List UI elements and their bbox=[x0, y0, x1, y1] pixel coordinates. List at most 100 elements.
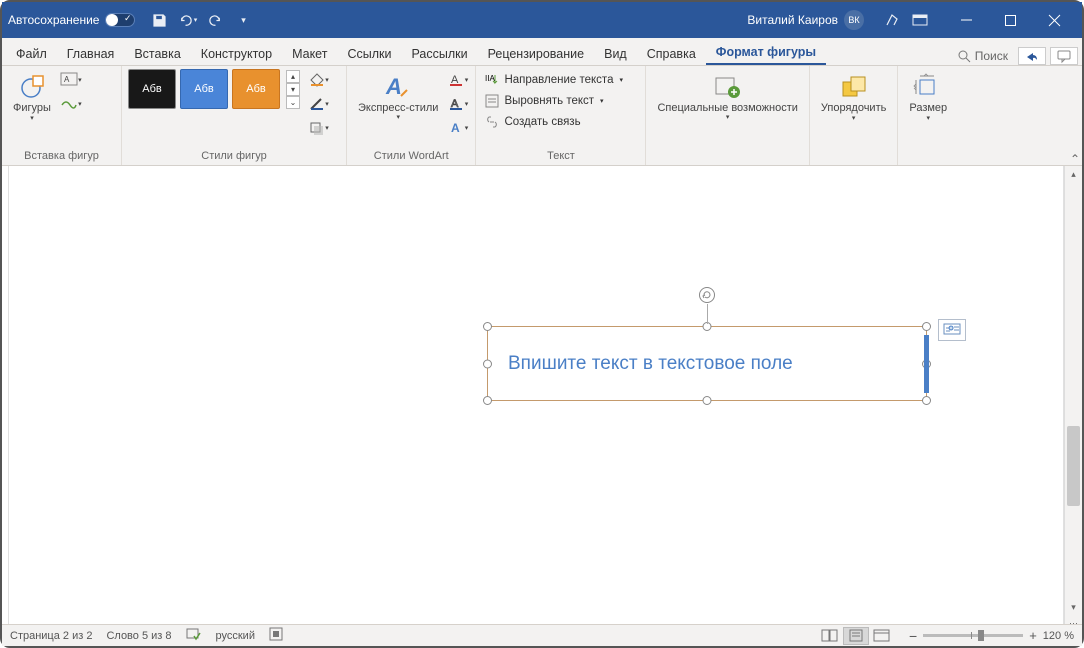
page[interactable]: Впишите текст в текстовое поле bbox=[8, 166, 1064, 631]
tab-view[interactable]: Вид bbox=[594, 43, 637, 65]
group-label-wordart: Стили WordArt bbox=[353, 149, 469, 163]
text-direction-button[interactable]: IIAНаправление текста▾ bbox=[482, 71, 625, 89]
zoom-level[interactable]: 120 % bbox=[1043, 630, 1074, 642]
word-count[interactable]: Слово 5 из 8 bbox=[106, 630, 171, 642]
rotate-handle[interactable] bbox=[699, 287, 715, 303]
vertical-scrollbar[interactable]: ▴ ▾ ⋯ bbox=[1064, 166, 1082, 631]
autosave-label: Автосохранение bbox=[8, 13, 99, 27]
ribbon: Фигуры ▾ A▾ ▾ Вставка фигур Абв Абв Абв … bbox=[2, 66, 1082, 166]
accessibility-icon bbox=[713, 72, 743, 102]
shapes-button[interactable]: Фигуры ▾ bbox=[8, 69, 56, 127]
tab-shape-format[interactable]: Формат фигуры bbox=[706, 41, 826, 65]
arrange-button[interactable]: Упорядочить ▾ bbox=[816, 69, 891, 127]
ribbon-display-icon[interactable] bbox=[910, 10, 930, 30]
share-button[interactable] bbox=[1018, 47, 1046, 65]
layout-options-icon[interactable] bbox=[938, 319, 966, 341]
user-account[interactable]: Виталий Каиров ВК bbox=[747, 10, 864, 30]
read-mode-icon[interactable] bbox=[817, 627, 843, 645]
tab-layout[interactable]: Макет bbox=[282, 43, 337, 65]
save-icon[interactable] bbox=[149, 10, 169, 30]
collapse-ribbon-icon[interactable]: ⌃ bbox=[1070, 152, 1080, 166]
close-button[interactable] bbox=[1032, 2, 1076, 38]
zoom-control: − + 120 % bbox=[909, 628, 1074, 644]
tab-insert[interactable]: Вставка bbox=[124, 43, 190, 65]
tab-design[interactable]: Конструктор bbox=[191, 43, 282, 65]
tab-review[interactable]: Рецензирование bbox=[478, 43, 595, 65]
create-link-icon bbox=[484, 114, 500, 130]
comment-icon bbox=[1057, 50, 1071, 62]
web-layout-icon[interactable] bbox=[869, 627, 895, 645]
align-text-button[interactable]: Выровнять текст▾ bbox=[482, 92, 625, 110]
coming-soon-icon[interactable] bbox=[882, 10, 902, 30]
text-outline-icon[interactable]: A▾ bbox=[447, 93, 469, 115]
gallery-more-icon[interactable]: ⌄ bbox=[286, 96, 300, 109]
edit-shape-icon[interactable]: ▾ bbox=[60, 93, 82, 115]
shape-outline-icon[interactable]: ▾ bbox=[308, 93, 330, 115]
tab-mailings[interactable]: Рассылки bbox=[401, 43, 477, 65]
text-effects-icon[interactable]: A▾ bbox=[447, 117, 469, 139]
group-label-insert-shapes: Вставка фигур bbox=[8, 149, 115, 163]
user-name: Виталий Каиров bbox=[747, 13, 838, 27]
resize-handle[interactable] bbox=[483, 322, 492, 331]
zoom-slider[interactable] bbox=[923, 634, 1023, 637]
title-bar: Автосохранение ▾ ▾ Виталий Каиров ВК bbox=[2, 2, 1082, 38]
comments-button[interactable] bbox=[1050, 47, 1078, 65]
redo-icon[interactable] bbox=[205, 10, 225, 30]
size-button[interactable]: Размер ▾ bbox=[904, 69, 952, 127]
scroll-up-icon[interactable]: ▴ bbox=[1065, 166, 1082, 182]
macro-icon[interactable] bbox=[269, 627, 283, 644]
text-fill-icon[interactable]: A▾ bbox=[447, 69, 469, 91]
group-label-shape-styles: Стили фигур bbox=[128, 149, 340, 163]
print-layout-icon[interactable] bbox=[843, 627, 869, 645]
document-area: ⌃ Впишите текст в текстовое поле ▴ ▾ ⋯ bbox=[2, 166, 1082, 631]
size-icon bbox=[913, 72, 943, 102]
svg-text:A: A bbox=[385, 74, 402, 99]
resize-handle[interactable] bbox=[483, 359, 492, 368]
text-direction-icon: IIA bbox=[484, 72, 500, 88]
shapes-icon bbox=[17, 72, 47, 102]
resize-handle[interactable] bbox=[703, 396, 712, 405]
autosave-toggle[interactable] bbox=[105, 13, 135, 27]
maximize-button[interactable] bbox=[988, 2, 1032, 38]
zoom-in-icon[interactable]: + bbox=[1029, 628, 1037, 643]
page-indicator[interactable]: Страница 2 из 2 bbox=[10, 630, 92, 642]
undo-icon[interactable]: ▾ bbox=[177, 10, 197, 30]
text-cursor bbox=[924, 335, 929, 393]
ribbon-tabs: Файл Главная Вставка Конструктор Макет С… bbox=[2, 38, 1082, 66]
shape-style-2[interactable]: Абв bbox=[180, 69, 228, 109]
shape-effects-icon[interactable]: ▾ bbox=[308, 117, 330, 139]
avatar: ВК bbox=[844, 10, 864, 30]
resize-handle[interactable] bbox=[922, 322, 931, 331]
share-icon bbox=[1025, 50, 1039, 62]
tab-references[interactable]: Ссылки bbox=[337, 43, 401, 65]
text-box-shape[interactable]: Впишите текст в текстовое поле bbox=[487, 326, 927, 401]
search-box[interactable]: Поиск bbox=[952, 49, 1014, 63]
search-icon bbox=[958, 50, 971, 63]
shape-style-3[interactable]: Абв bbox=[232, 69, 280, 109]
tab-file[interactable]: Файл bbox=[6, 43, 57, 65]
align-text-icon bbox=[484, 93, 500, 109]
tab-help[interactable]: Справка bbox=[637, 43, 706, 65]
group-label-text: Текст bbox=[482, 149, 639, 163]
create-link-button[interactable]: Создать связь bbox=[482, 113, 625, 131]
tab-home[interactable]: Главная bbox=[57, 43, 125, 65]
svg-text:A: A bbox=[64, 75, 70, 84]
shape-style-1[interactable]: Абв bbox=[128, 69, 176, 109]
window-controls bbox=[944, 2, 1076, 38]
accessibility-button[interactable]: Специальные возможности ▾ bbox=[652, 69, 802, 125]
textbox-icon[interactable]: A▾ bbox=[60, 69, 82, 91]
resize-handle[interactable] bbox=[483, 396, 492, 405]
minimize-button[interactable] bbox=[944, 2, 988, 38]
scroll-thumb[interactable] bbox=[1067, 426, 1080, 506]
scroll-down-icon[interactable]: ▾ bbox=[1065, 599, 1082, 615]
qat-customize-icon[interactable]: ▾ bbox=[233, 10, 253, 30]
wordart-express-styles[interactable]: A Экспресс-стили ▾ bbox=[353, 69, 443, 125]
svg-text:A: A bbox=[451, 121, 460, 135]
shape-fill-icon[interactable]: ▾ bbox=[308, 69, 330, 91]
spellcheck-icon[interactable] bbox=[186, 627, 202, 644]
gallery-down-icon[interactable]: ▾ bbox=[286, 83, 300, 96]
zoom-out-icon[interactable]: − bbox=[909, 628, 917, 644]
gallery-up-icon[interactable]: ▴ bbox=[286, 70, 300, 83]
resize-handle[interactable] bbox=[922, 396, 931, 405]
language-indicator[interactable]: русский bbox=[216, 630, 255, 642]
